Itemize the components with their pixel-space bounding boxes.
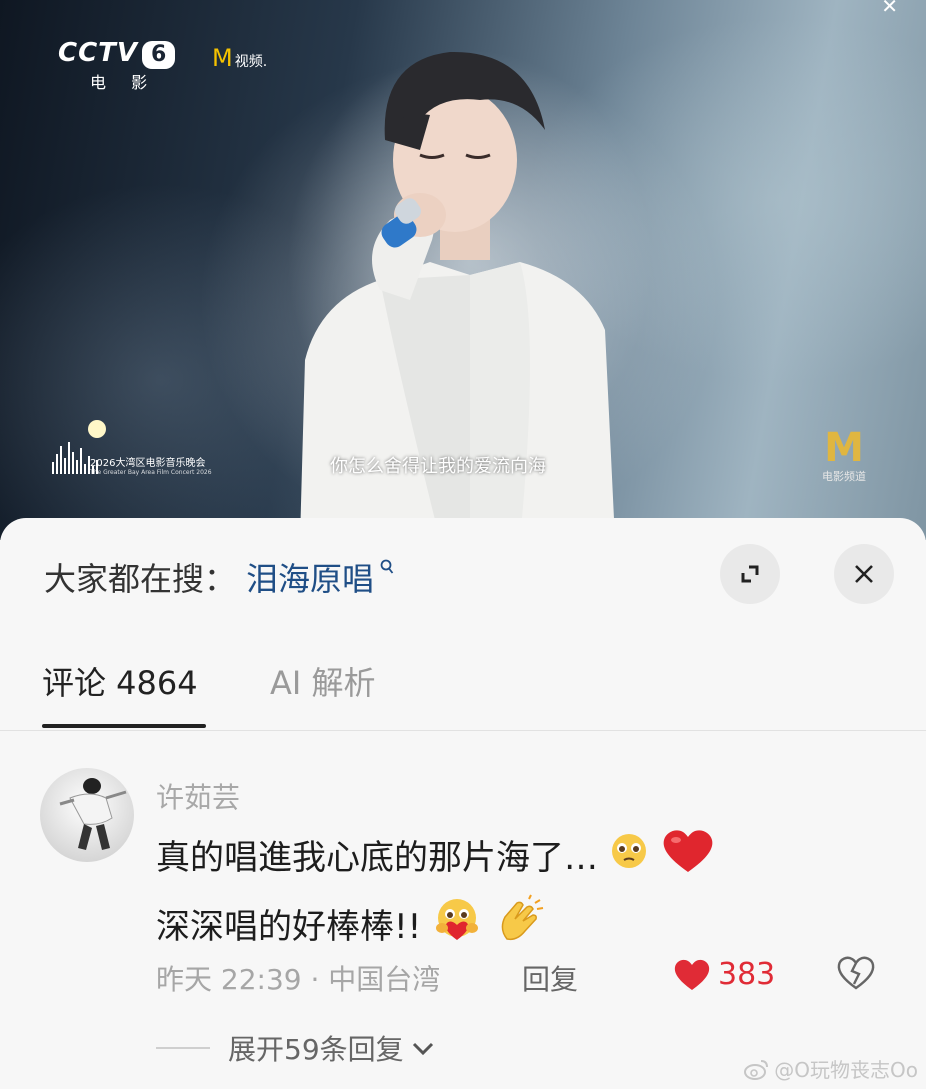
event-title: 2026大湾区电影音乐晚会 — [90, 458, 206, 469]
watermark: @O玩物丧志Oo — [744, 1054, 918, 1083]
weibo-icon — [744, 1059, 769, 1080]
expand-button[interactable] — [720, 544, 780, 604]
tab-comments[interactable]: 评论 4864 — [42, 658, 198, 704]
trending-search: 大家都在搜： 泪海原唱 — [44, 554, 394, 600]
expand-replies-line — [156, 1047, 210, 1049]
movie-logo-text: 电影频道 — [822, 470, 866, 483]
chevron-down-icon — [412, 1042, 433, 1056]
avatar[interactable] — [40, 768, 134, 862]
event-subtitle: The Greater Bay Area Film Concert 2026 — [90, 469, 212, 476]
movie-logo-mark: M — [824, 425, 864, 471]
comment-username[interactable]: 许茹芸 — [156, 776, 240, 816]
clapping-hands-emoji — [493, 893, 547, 964]
comment-meta: 昨天 22:39 · 中国台湾 — [156, 963, 441, 996]
dislike-button[interactable] — [836, 954, 876, 996]
expand-replies-button[interactable]: 展开59条回复 — [156, 1028, 436, 1068]
close-button[interactable] — [834, 544, 894, 604]
comment-text: 真的唱進我心底的那片海了… 深深唱的好棒棒!! — [156, 826, 716, 964]
active-tab-indicator — [42, 724, 206, 728]
search-icon[interactable] — [374, 556, 394, 580]
expand-icon — [741, 565, 759, 583]
event-logo-text: 2026大湾区电影音乐晚会 The Greater Bay Area Film … — [90, 454, 212, 476]
tabs-divider — [0, 730, 926, 731]
movie-channel-logo: M 电影频道 — [814, 428, 874, 484]
trending-search-prefix: 大家都在搜： — [44, 560, 237, 598]
expand-replies-label: 展开59条回复 — [228, 1033, 404, 1066]
comment-sheet: 大家都在搜： 泪海原唱 评论 4864 AI 解析 许茹芸 真的唱進我心底的那片… — [0, 518, 926, 1089]
hugging-heart-face-emoji — [432, 896, 482, 961]
trending-search-keyword[interactable]: 泪海原唱 — [246, 560, 374, 598]
reply-button[interactable]: 回复 — [522, 958, 578, 998]
moon-icon — [88, 420, 106, 438]
tab-ai-analysis[interactable]: AI 解析 — [270, 658, 376, 704]
broken-heart-icon — [837, 956, 875, 990]
comment-line-2: 深深唱的好棒棒!! — [156, 907, 422, 947]
heart-icon — [674, 959, 710, 990]
like-button[interactable]: 383 — [672, 956, 775, 992]
video-player[interactable]: ✕ CCTV 6 电 影 M 视频. 2026大湾区电影音乐晚会 The Gre… — [0, 0, 926, 540]
like-count: 383 — [718, 956, 776, 992]
red-heart-emoji — [660, 826, 716, 893]
video-subtitle: 你怎么舍得让我的爱流向海 — [330, 456, 546, 477]
close-icon — [855, 565, 873, 583]
watermark-text: @O玩物丧志Oo — [774, 1058, 918, 1082]
comment-line-1: 真的唱進我心底的那片海了… — [156, 838, 598, 878]
pleading-face-emoji — [609, 831, 649, 888]
